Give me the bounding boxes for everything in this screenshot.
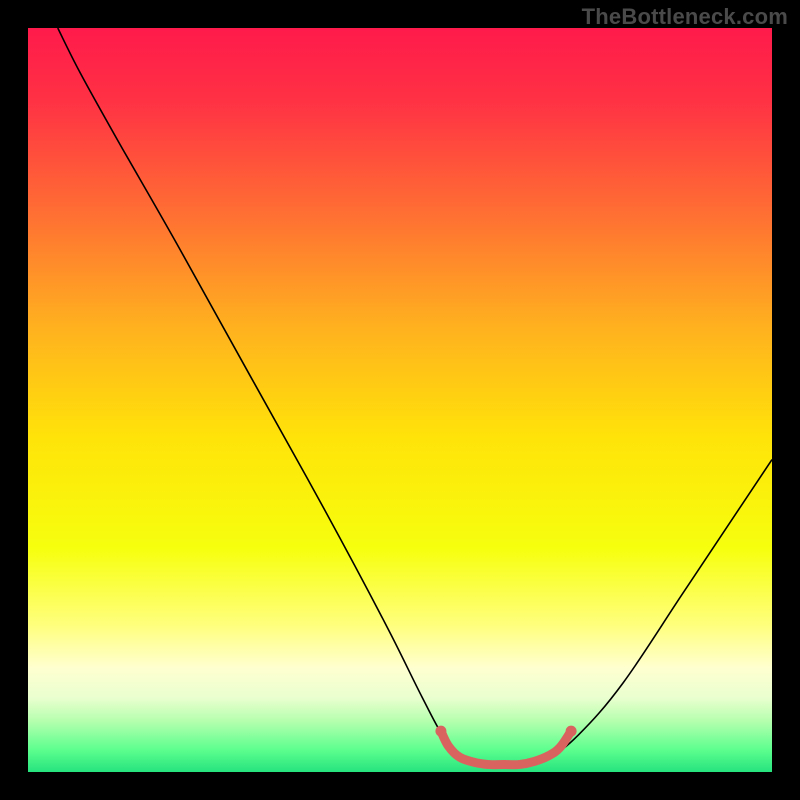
bottleneck-chart: [28, 28, 772, 772]
plot-area: [28, 28, 772, 772]
chart-frame: TheBottleneck.com: [0, 0, 800, 800]
highlight-start-dot: [435, 726, 446, 737]
highlight-end-dot: [566, 726, 577, 737]
gradient-background: [28, 28, 772, 772]
watermark-text: TheBottleneck.com: [582, 4, 788, 30]
